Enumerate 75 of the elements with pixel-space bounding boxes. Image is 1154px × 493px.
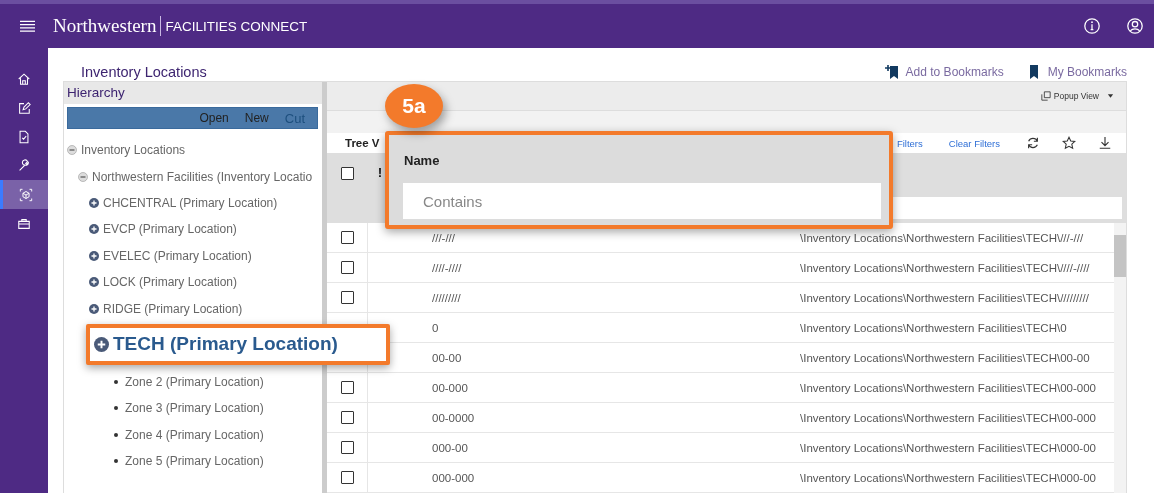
popup-view-button[interactable]: Popup View: [1034, 90, 1120, 102]
table-cell: \Inventory Locations\Northwestern Facilities\TECH\000-00: [800, 441, 1096, 454]
table-cell: ///-///: [432, 231, 455, 244]
tree-item[interactable]: LOCK (Primary Location): [103, 275, 238, 290]
tree-item[interactable]: EVCP (Primary Location): [103, 222, 237, 237]
table-cell: 00-0000: [432, 411, 475, 424]
table-cell: 000-000: [432, 471, 475, 484]
bullet-icon: [114, 406, 118, 411]
expand-icon[interactable]: [89, 277, 99, 288]
tree-item[interactable]: Inventory Locations: [81, 143, 186, 158]
tree-item[interactable]: Zone 4 (Primary Location): [125, 427, 264, 442]
clear-filters-link[interactable]: Clear Filters: [948, 137, 1000, 149]
table-cell: \Inventory Locations\Northwestern Facilities\TECH\////-////: [800, 261, 1090, 274]
expand-icon[interactable]: [89, 224, 99, 235]
caret-icon[interactable]: [1107, 91, 1114, 101]
add-bookmark-link[interactable]: Add to Bookmarks: [883, 63, 1004, 80]
table-cell: \Inventory Locations\Northwestern Facilities\TECH\00-000: [800, 381, 1096, 394]
row-checkbox[interactable]: [340, 471, 354, 484]
bullet-icon: [114, 379, 118, 384]
row-checkbox[interactable]: [340, 411, 354, 424]
expand-icon[interactable]: [94, 336, 109, 352]
expand-icon[interactable]: [89, 303, 99, 314]
tree-item[interactable]: Zone 3 (Primary Location): [125, 401, 264, 416]
tree-item[interactable]: Zone 2 (Primary Location): [125, 374, 264, 389]
highlighted-tree-item[interactable]: TECH (Primary Location): [86, 323, 390, 365]
table-cell: \Inventory Locations\Northwestern Facilities\TECH\000-00: [800, 471, 1096, 484]
column-header: !: [378, 166, 382, 180]
tree-item[interactable]: Zone 5 (Primary Location): [125, 454, 264, 469]
page-title: Inventory Locations: [81, 63, 207, 80]
user-icon[interactable]: [1126, 17, 1144, 35]
filters-link[interactable]: Filters: [896, 137, 923, 149]
scrollbar[interactable]: [1114, 223, 1126, 493]
bullet-icon: [114, 459, 118, 464]
row-checkbox[interactable]: [340, 231, 354, 244]
tree-item[interactable]: RIDGE (Primary Location): [103, 301, 243, 316]
table-cell: 00-000: [432, 381, 468, 394]
bullet-icon: [114, 432, 118, 437]
panel-title: Hierarchy: [64, 82, 322, 104]
row-checkbox[interactable]: [340, 381, 354, 394]
expand-icon[interactable]: [89, 250, 99, 261]
table-cell: \Inventory Locations\Northwestern Facilities\TECH\00-00: [800, 351, 1090, 364]
column-header: Name: [403, 152, 441, 169]
table-cell: \Inventory Locations\Northwestern Facilities\TECH\00-000: [800, 411, 1096, 424]
select-all-checkbox[interactable]: [341, 166, 354, 180]
tree-item[interactable]: CHCENTRAL (Primary Location): [103, 195, 278, 210]
table-cell: 00-00: [432, 351, 462, 364]
action-button[interactable]: New: [240, 111, 273, 125]
row-checkbox[interactable]: [340, 441, 354, 454]
info-icon[interactable]: [1083, 17, 1101, 35]
action-button[interactable]: Open: [195, 111, 233, 125]
table-cell: /////////: [432, 291, 461, 304]
table-cell: ////-////: [432, 261, 462, 274]
product-name: FACILITIES CONNECT: [165, 18, 308, 34]
table-cell: 0: [432, 321, 439, 334]
star-icon[interactable]: [1062, 136, 1076, 150]
brand-name: Northwestern: [53, 15, 157, 37]
tree-item[interactable]: Northwestern Facilities (Inventory Locatio: [92, 169, 313, 184]
table-cell: 000-00: [432, 441, 468, 454]
refresh-icon[interactable]: [1026, 136, 1040, 150]
menu-icon[interactable]: [20, 20, 35, 32]
row-checkbox[interactable]: [340, 291, 354, 304]
tab-label[interactable]: Tree V: [345, 137, 380, 149]
add-bookmark-icon[interactable]: [883, 63, 900, 80]
bookmarks-link[interactable]: My Bookmarks: [1025, 63, 1127, 80]
table-cell: \Inventory Locations\Northwestern Facilities\TECH\/////////: [800, 291, 1089, 304]
filter-field[interactable]: Contains: [403, 183, 881, 219]
collapse-icon[interactable]: [67, 145, 77, 156]
row-checkbox[interactable]: [340, 261, 354, 274]
tree-item[interactable]: EVELEC (Primary Location): [103, 248, 252, 263]
table-cell: \Inventory Locations\Northwestern Facilities\TECH\///-///: [800, 231, 1084, 244]
collapse-icon[interactable]: [78, 171, 88, 182]
popup-icon[interactable]: [1040, 91, 1051, 101]
expand-icon[interactable]: [89, 197, 99, 208]
download-icon[interactable]: [1098, 136, 1112, 150]
table-cell: \Inventory Locations\Northwestern Facilities\TECH\0: [800, 321, 1067, 334]
